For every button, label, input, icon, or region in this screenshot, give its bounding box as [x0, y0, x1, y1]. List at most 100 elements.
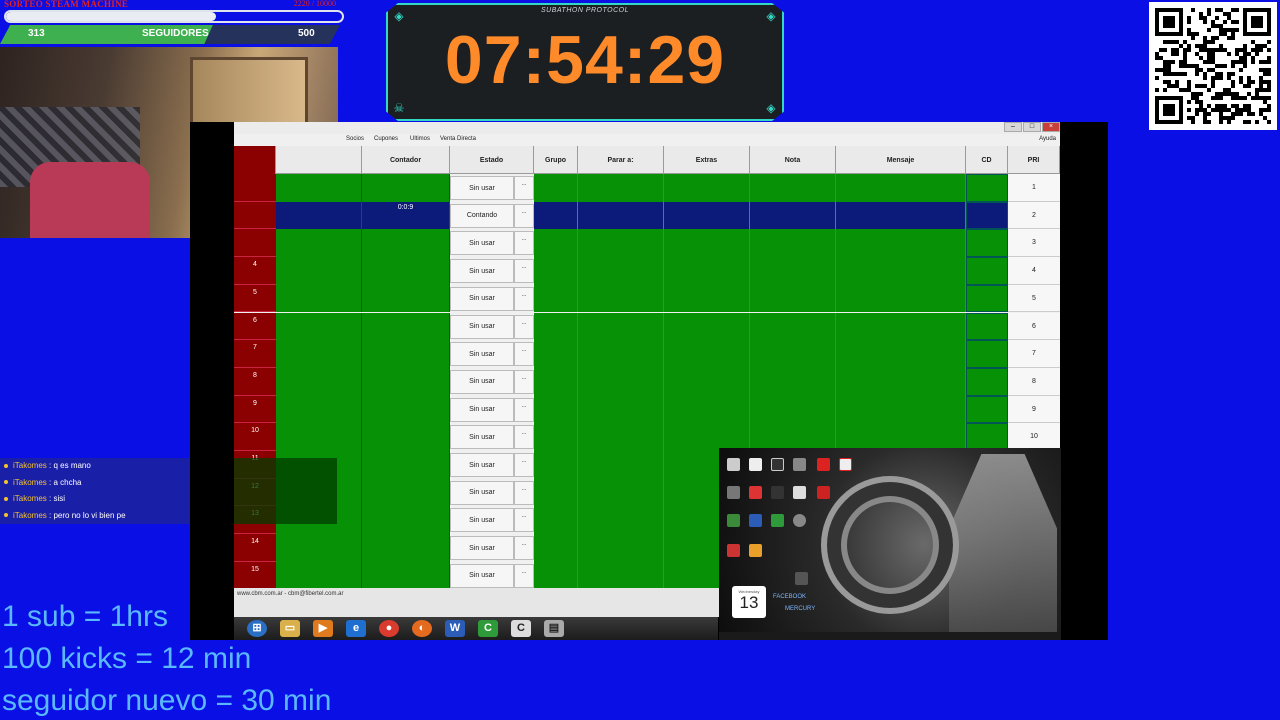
row-cell[interactable]	[276, 257, 362, 285]
grid-row[interactable]: 10 Sin usar... 10	[234, 423, 1060, 451]
desktop-icon[interactable]	[771, 486, 784, 499]
estado-button[interactable]: Sin usar	[450, 259, 514, 284]
minimize-button[interactable]: –	[1004, 122, 1022, 132]
row-options-button[interactable]: ...	[514, 397, 534, 422]
desktop-icon[interactable]	[749, 544, 762, 557]
row-cd[interactable]	[966, 229, 1008, 258]
row-cell[interactable]	[534, 506, 578, 535]
menu-socios[interactable]: Socios	[346, 136, 364, 142]
desktop-icon[interactable]	[749, 458, 762, 471]
row-contador[interactable]: 0:0:9	[362, 201, 450, 230]
row-cd[interactable]	[966, 312, 1008, 341]
row-contador[interactable]	[362, 174, 450, 202]
row-cell[interactable]	[664, 201, 750, 230]
estado-button[interactable]: Sin usar	[450, 369, 514, 394]
grid-row[interactable]: 8 Sin usar... 8	[234, 367, 1060, 396]
row-cell[interactable]	[534, 284, 578, 313]
header-nota[interactable]: Nota	[750, 146, 836, 174]
desktop-icon[interactable]	[749, 486, 762, 499]
row-cd[interactable]	[966, 367, 1008, 396]
row-cell[interactable]	[534, 367, 578, 396]
row-cell[interactable]	[578, 284, 664, 313]
estado-button[interactable]: Sin usar	[450, 453, 514, 477]
row-cd[interactable]	[966, 257, 1008, 285]
row-cell[interactable]	[534, 534, 578, 562]
row-contador[interactable]	[362, 284, 450, 313]
row-contador[interactable]	[362, 395, 450, 424]
row-cd[interactable]	[966, 174, 1008, 202]
row-cell[interactable]	[836, 340, 966, 368]
desktop-icon[interactable]	[727, 458, 740, 471]
row-cell[interactable]	[534, 423, 578, 451]
row-options-button[interactable]: ...	[514, 342, 534, 367]
pdf-icon[interactable]	[817, 458, 830, 471]
row-cell[interactable]	[578, 257, 664, 285]
row-options-button[interactable]: ...	[514, 425, 534, 450]
firefox-icon[interactable]: ◐	[412, 620, 432, 637]
row-cd[interactable]	[966, 284, 1008, 313]
row-cell[interactable]	[534, 174, 578, 202]
grid-row[interactable]: 7 Sin usar... 7	[234, 340, 1060, 368]
row-options-button[interactable]: ...	[514, 203, 534, 228]
row-cell[interactable]	[276, 201, 362, 230]
row-cell[interactable]	[578, 561, 664, 590]
row-cell[interactable]	[750, 174, 836, 202]
row-cd[interactable]	[966, 423, 1008, 451]
row-cell[interactable]	[276, 367, 362, 396]
header-estado[interactable]: Estado	[450, 146, 534, 174]
desktop-icon[interactable]	[727, 486, 740, 499]
row-cell[interactable]	[534, 451, 578, 479]
row-cell[interactable]	[750, 395, 836, 424]
row-cell[interactable]	[276, 312, 362, 341]
word-icon[interactable]	[749, 514, 762, 527]
row-cell[interactable]	[750, 257, 836, 285]
estado-button[interactable]: Sin usar	[450, 314, 514, 339]
row-cell[interactable]	[664, 340, 750, 368]
row-cell[interactable]	[836, 395, 966, 424]
internet-explorer-icon[interactable]: e	[346, 620, 366, 637]
desktop-icon[interactable]	[771, 458, 784, 471]
row-options-button[interactable]: ...	[514, 369, 534, 394]
estado-button[interactable]: Sin usar	[450, 563, 514, 588]
row-contador[interactable]	[362, 312, 450, 341]
row-cell[interactable]	[534, 395, 578, 424]
row-cell[interactable]	[578, 478, 664, 507]
row-cell[interactable]	[276, 174, 362, 202]
estado-button[interactable]: Sin usar	[450, 397, 514, 422]
row-cell[interactable]	[276, 395, 362, 424]
grid-row[interactable]: 4 Sin usar... 4	[234, 257, 1060, 285]
row-cell[interactable]	[664, 367, 750, 396]
close-button[interactable]: ×	[1042, 122, 1060, 132]
desktop-link-mercury[interactable]: MERCURY	[785, 606, 815, 612]
header-pri[interactable]: PRI	[1008, 146, 1060, 174]
row-contador[interactable]	[362, 229, 450, 258]
row-options-button[interactable]: ...	[514, 508, 534, 533]
row-contador[interactable]	[362, 506, 450, 535]
row-cell[interactable]	[664, 395, 750, 424]
estado-button[interactable]: Sin usar	[450, 508, 514, 533]
row-cell[interactable]	[664, 257, 750, 285]
row-cell[interactable]	[664, 229, 750, 258]
row-cd[interactable]	[966, 395, 1008, 424]
row-cell[interactable]	[664, 423, 750, 451]
row-cell[interactable]	[836, 174, 966, 202]
row-options-button[interactable]: ...	[514, 536, 534, 561]
row-contador[interactable]	[362, 534, 450, 562]
row-cell[interactable]	[836, 257, 966, 285]
grid-row[interactable]: Sin usar... 3	[234, 229, 1060, 258]
menu-ayuda[interactable]: Ayuda	[1039, 136, 1056, 142]
row-cell[interactable]	[534, 201, 578, 230]
row-contador[interactable]	[362, 367, 450, 396]
app-c-green-icon[interactable]: C	[478, 620, 498, 637]
row-options-button[interactable]: ...	[514, 286, 534, 311]
maximize-button[interactable]: □	[1023, 122, 1041, 132]
header-contador[interactable]: Contador	[362, 146, 450, 174]
app-c-white-icon[interactable]: C	[511, 620, 531, 637]
row-cd[interactable]	[966, 340, 1008, 368]
estado-button[interactable]: Sin usar	[450, 425, 514, 450]
estado-button[interactable]: Sin usar	[450, 480, 514, 505]
word-icon[interactable]: W	[445, 620, 465, 637]
row-cell[interactable]	[534, 340, 578, 368]
row-cell[interactable]	[276, 284, 362, 313]
row-cell[interactable]	[750, 201, 836, 230]
